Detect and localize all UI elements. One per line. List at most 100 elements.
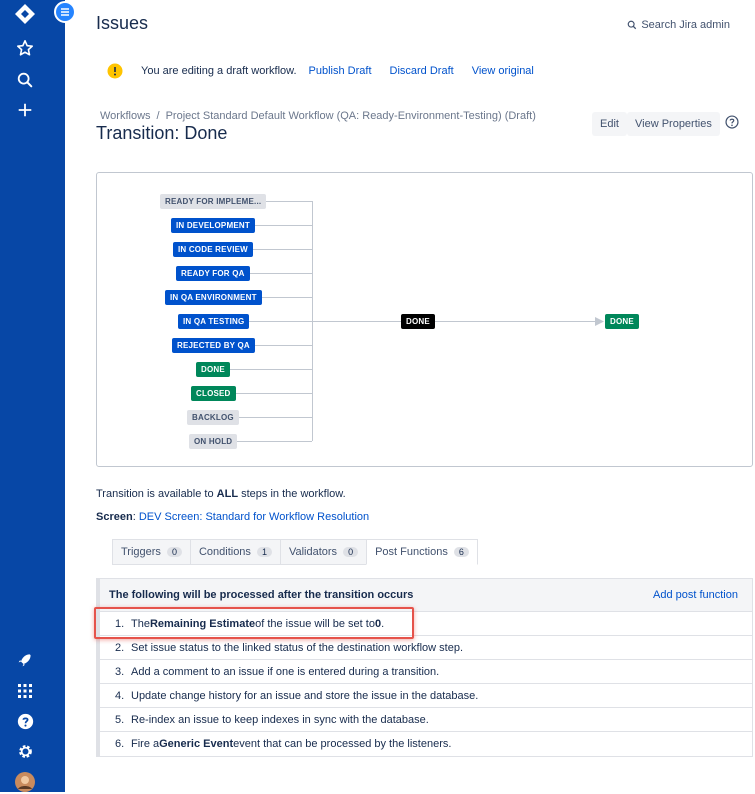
screen-label: Screen [96,511,133,523]
tab-count: 0 [167,547,182,557]
arrow-head-icon [595,317,604,326]
post-function-row: 5.Re-index an issue to keep indexes in s… [100,708,752,732]
help-icon[interactable] [725,115,739,129]
target-status-done[interactable]: DONE [605,314,639,329]
post-functions-heading: The following will be processed after th… [109,589,413,601]
help-circle-icon[interactable] [13,709,37,733]
status-connector [230,369,312,370]
from-status-lozenge[interactable]: IN QA TESTING [178,314,249,329]
from-status-lozenge[interactable]: CLOSED [191,386,236,401]
pf-text: event that can be processed by the liste… [233,738,451,750]
hamburger-icon [60,7,70,17]
post-function-row: 6.Fire a Generic Event event that can be… [100,732,752,756]
post-functions-header: The following will be processed after th… [100,579,752,612]
post-function-row: 4.Update change history for an issue and… [100,684,752,708]
from-status-lozenge[interactable]: IN QA ENVIRONMENT [165,290,262,305]
status-connector [266,201,312,202]
tab-label: Validators [289,546,337,558]
view-original-link[interactable]: View original [472,65,534,77]
pf-text: Update change history for an issue and s… [131,690,478,702]
from-status-lozenge[interactable]: READY FOR QA [176,266,250,281]
status-connector [262,297,312,298]
publish-draft-link[interactable]: Publish Draft [309,65,372,77]
view-properties-button[interactable]: View Properties [627,112,720,136]
status-connector [253,249,312,250]
pf-text: of the issue will be set to [255,618,375,630]
discard-draft-link[interactable]: Discard Draft [390,65,454,77]
rocket-icon[interactable] [13,648,37,672]
transition-diagram: READY FOR IMPLEME... IN DEVELOPMENT IN COD… [96,172,753,467]
post-function-row: 3.Add a comment to an issue if one is en… [100,660,752,684]
from-status-lozenge[interactable]: IN DEVELOPMENT [171,218,255,233]
transition-line [312,321,602,322]
post-functions-list: 1.The Remaining Estimate of the issue wi… [100,612,752,756]
pf-text: Fire a [131,738,159,750]
jira-logo-icon[interactable] [13,2,37,26]
tab-conditions[interactable]: Conditions 1 [190,539,280,565]
from-status-lozenge[interactable]: IN CODE REVIEW [173,242,253,257]
warning-icon [107,63,123,79]
search-admin-label: Search Jira admin [641,19,730,31]
search-jira-admin[interactable]: Search Jira admin [627,19,730,31]
pf-number: 1. [115,618,131,630]
pf-text-end: . [381,618,384,630]
pf-number: 4. [115,690,131,702]
transition-label-done[interactable]: Done [401,314,435,329]
tab-count: 1 [257,547,272,557]
from-status-lozenge[interactable]: BACKLOG [187,410,239,425]
settings-gear-icon[interactable] [13,739,37,763]
tab-label: Triggers [121,546,161,558]
pf-bold: Generic Event [159,738,233,750]
from-status-lozenge[interactable]: REJECTED BY QA [172,338,255,353]
breadcrumb: Workflows / Project Standard Default Workf… [100,110,536,122]
global-sidebar [0,0,65,792]
search-small-icon [627,20,637,30]
add-post-function-link[interactable]: Add post function [653,589,738,601]
breadcrumb-workflow-name[interactable]: Project Standard Default Workflow (QA: R… [166,110,536,122]
post-functions-panel: The following will be processed after th… [96,578,753,757]
breadcrumb-separator: / [157,110,160,122]
tab-count: 6 [454,547,469,557]
expand-menu-button[interactable] [54,1,76,23]
from-status-lozenge[interactable]: ON HOLD [189,434,237,449]
status-connector [236,393,312,394]
status-connector [237,441,312,442]
status-connector [250,273,312,274]
page-title: Issues [96,13,148,34]
screen-link[interactable]: DEV Screen: Standard for Workflow Resolu… [139,511,369,523]
from-status-lozenge[interactable]: READY FOR IMPLEME... [160,194,266,209]
pf-text: Re-index an issue to keep indexes in syn… [131,714,429,726]
post-function-row: 1.The Remaining Estimate of the issue wi… [100,612,752,636]
tab-label: Conditions [199,546,251,558]
screen-info: Screen: DEV Screen: Standard for Workflo… [96,511,369,523]
pf-number: 3. [115,666,131,678]
star-icon[interactable] [13,36,37,60]
from-status-lozenge[interactable]: DONE [196,362,230,377]
availability-suffix: steps in the workflow. [241,488,346,500]
user-avatar[interactable] [13,770,37,794]
tab-triggers[interactable]: Triggers 0 [112,539,190,565]
availability-text: Transition is available to ALL steps in … [96,488,346,500]
status-connector [249,321,312,322]
main-content: Issues Search Jira admin You are editing… [65,0,755,792]
draft-warning-bar: You are editing a draft workflow. Publis… [107,63,552,79]
status-connector [255,345,312,346]
status-connector [255,225,312,226]
transition-tabs: Triggers 0 Conditions 1 Validators 0 Post F… [112,539,478,565]
transition-title: Transition: Done [96,123,227,144]
post-function-row: 2.Set issue status to the linked status … [100,636,752,660]
pf-text: Set issue status to the linked status of… [131,642,463,654]
app-switcher-icon[interactable] [13,679,37,703]
pf-number: 5. [115,714,131,726]
pf-text: The [131,618,150,630]
tab-validators[interactable]: Validators 0 [280,539,366,565]
create-plus-icon[interactable] [13,98,37,122]
draft-message: You are editing a draft workflow. [141,65,297,77]
status-connector [239,417,312,418]
tab-post-functions[interactable]: Post Functions6 [366,539,478,565]
search-icon[interactable] [13,68,37,92]
breadcrumb-workflows[interactable]: Workflows [100,110,151,122]
tab-count: 0 [343,547,358,557]
pf-number: 2. [115,642,131,654]
edit-button[interactable]: Edit [592,112,627,136]
